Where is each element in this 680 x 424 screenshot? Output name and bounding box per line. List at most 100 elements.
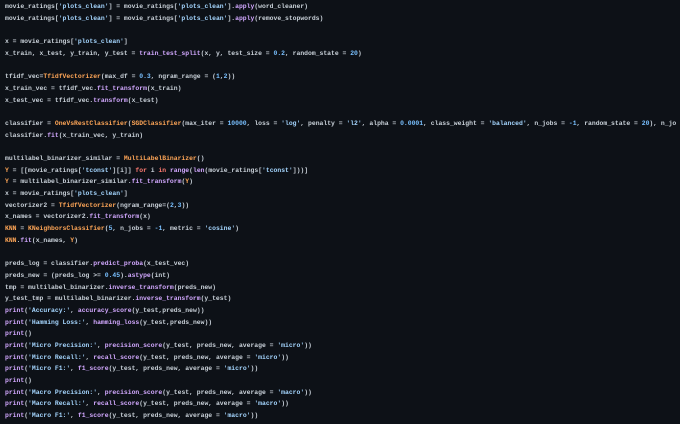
code-line[interactable]: vectorizer2 = TfidfVectorizer(ngram_rang… (5, 200, 680, 212)
function-name: precision_score (104, 388, 163, 396)
code-line[interactable]: x = movie_ratings['plots_clean'] (5, 36, 680, 48)
code-text: ]. (227, 3, 236, 10)
code-line[interactable]: KNN.fit(x_names, Y) (5, 235, 680, 247)
code-line[interactable]: print('Micro Recall:', recall_score(y_te… (5, 352, 680, 364)
code-line[interactable] (5, 59, 680, 71)
code-line[interactable]: movie_ratings['plots_clean'] = movie_rat… (5, 1, 680, 13)
code-line[interactable]: y_test_tmp = multilabel_binarizer.invers… (5, 293, 680, 305)
code-text: (x_names, (31, 236, 71, 244)
code-line[interactable] (5, 24, 680, 36)
function-name: print (5, 341, 25, 349)
number-literal: -1 (568, 119, 577, 127)
code-line[interactable]: print('Macro Precision:', precision_scor… (5, 387, 680, 399)
function-name: apply (235, 14, 255, 22)
function-name: print (5, 400, 25, 408)
code-line[interactable]: print('Micro F1:', f1_score(y_test, pred… (5, 363, 680, 375)
code-text: (x_test) (127, 96, 159, 104)
code-text: tfidf_vec= (5, 73, 44, 81)
code-line[interactable]: print('Micro Precision:', precision_scor… (5, 340, 680, 352)
number-literal: 0.45 (104, 271, 121, 279)
number-literal: 0.0001 (400, 119, 424, 127)
code-line[interactable]: classifier = OneVsRestClassifier(SGDClas… (5, 118, 680, 130)
function-name: astype (127, 271, 151, 279)
code-text: , ngram_range = ( (150, 73, 216, 81)
string-literal: 'Hamming Loss:' (28, 318, 86, 326)
code-text: (movie_ratings[ (204, 166, 263, 174)
code-line[interactable]: tmp = multilabel_binarizer.inverse_trans… (5, 282, 680, 294)
code-text: , (70, 412, 78, 420)
code-line[interactable]: multilabel_binarizer_similar = MultiLabe… (5, 153, 680, 165)
code-text: (ngram_range=( (116, 201, 170, 209)
code-text: ] (123, 38, 128, 46)
code-line[interactable]: x_test_vec = tfidf_vec.transform(x_test) (5, 95, 680, 107)
string-literal: 'Micro Precision:' (28, 341, 98, 349)
code-text: (y_test,preds_new)) (139, 318, 213, 326)
code-text: i (146, 166, 159, 174)
code-text: (remove_stopwords) (254, 14, 324, 22)
function-name: print (5, 330, 25, 338)
code-text: preds_log = classifier. (5, 260, 94, 268)
code-line[interactable]: print('Macro Recall:', recall_score(y_te… (5, 398, 680, 410)
string-literal: 'cosine' (204, 225, 236, 233)
code-line[interactable] (5, 141, 680, 153)
code-line[interactable]: print('Accuracy:', accuracy_score(y_test… (5, 305, 680, 317)
function-name: range (169, 166, 190, 174)
code-text: , (70, 306, 78, 314)
code-editor[interactable]: movie_ratings[ 'plots_clean' ] = movie_rat… (5, 1, 680, 424)
code-text: , alpha = (361, 119, 401, 127)
code-line[interactable]: x_names = vectorizer2.fit_transform(x) (5, 211, 680, 223)
code-line[interactable] (5, 246, 680, 258)
code-text: movie_ratings[ (5, 14, 59, 22)
code-line[interactable]: x_train, x_test, y_train, y_test = train… (5, 48, 680, 60)
code-text: (y_test,preds_new)) (131, 306, 205, 314)
code-line[interactable]: preds_new = (preds_log >= 0.45).astype(i… (5, 270, 680, 282)
code-text: (word_cleaner) (254, 3, 309, 10)
code-line[interactable]: x_train_vec = tfidf_vec.fit_transform(x_… (5, 83, 680, 95)
code-text: ] = movie_ratings[ (108, 3, 178, 10)
code-line[interactable]: classifier.fit(x_train_vec, y_train) (5, 130, 680, 142)
string-literal: 'tconst' (81, 166, 113, 174)
code-text: , random_state = (285, 49, 351, 57)
code-text: , loss = (246, 119, 282, 127)
code-text: () (24, 377, 32, 384)
function-name: f1_score (77, 365, 109, 373)
code-line[interactable] (5, 106, 680, 118)
function-name: precision_score (104, 341, 163, 349)
code-line[interactable]: print() (5, 375, 680, 387)
code-text: )) (250, 412, 259, 420)
code-line[interactable]: print() (5, 328, 680, 340)
function-name: print (5, 377, 25, 384)
code-text: )) (250, 365, 259, 373)
code-line[interactable]: Y = [[movie_ratings['tconst'][i]] for i … (5, 165, 680, 177)
code-text: classifier = (5, 119, 55, 127)
code-line[interactable]: preds_log = classifier.predict_proba(x_t… (5, 258, 680, 270)
code-line[interactable]: x = movie_ratings['plots_clean'] (5, 188, 680, 200)
code-text: ][i]] (112, 166, 136, 174)
code-text: )) (304, 388, 312, 396)
function-name: print (5, 365, 25, 373)
code-text: ]. (227, 14, 236, 22)
code-line[interactable]: movie_ratings['plots_clean'] = movie_rat… (5, 13, 680, 25)
function-name: f1_score (77, 412, 109, 420)
code-text: (max_df = (100, 73, 140, 81)
string-literal: 'macro' (254, 400, 282, 408)
keyword: for (135, 166, 147, 174)
function-name: transform (93, 96, 128, 104)
string-literal: 'plots_clean' (177, 14, 228, 22)
code-line[interactable]: tfidf_vec=TfidfVectorizer(max_df = 0.3, … (5, 71, 680, 83)
code-line[interactable]: KNN = KNeighborsClassifier(5, n_jobs = -… (5, 223, 680, 235)
function-name: fit (47, 131, 59, 139)
code-text: x_names = vectorizer2. (5, 213, 90, 221)
code-line[interactable]: print('Hamming Loss:', hamming_loss(y_te… (5, 317, 680, 329)
code-line[interactable]: Y = multilabel_binarizer_similar.fit_tra… (5, 176, 680, 188)
code-text: ), n_jo (649, 119, 677, 127)
string-literal: 'balanced' (488, 119, 527, 127)
function-name: recall_score (93, 400, 140, 408)
code-line[interactable]: print('Macro F1:', f1_score(y_test, pred… (5, 410, 680, 422)
string-literal: 'plots_clean' (74, 190, 124, 197)
code-text: multilabel_binarizer_similar = (5, 154, 124, 162)
code-text: (x_test_vec) (143, 260, 190, 268)
code-text: x_train_vec = tfidf_vec. (5, 84, 98, 92)
number-literal: 20 (350, 49, 358, 57)
string-literal: 'l2' (346, 119, 362, 127)
